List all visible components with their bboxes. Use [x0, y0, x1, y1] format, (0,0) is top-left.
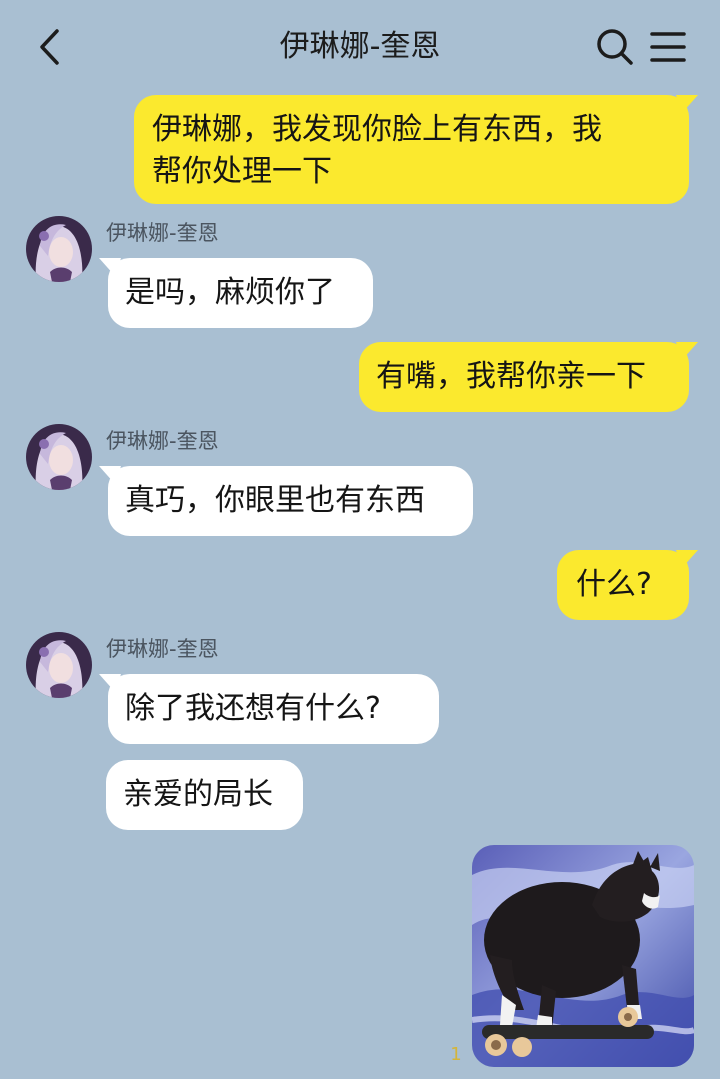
search-button[interactable] — [594, 26, 636, 68]
message-bubble-outgoing[interactable]: 有嘴，我帮你亲一下 — [359, 342, 698, 412]
avatar-portrait-image — [26, 424, 92, 490]
message-bubble-incoming[interactable]: 是吗，麻烦你了 — [99, 258, 373, 328]
bubble-tail — [676, 95, 698, 113]
bubble-tail — [99, 258, 121, 276]
message-text: 除了我还想有什么? — [125, 691, 381, 726]
sender-name: 伊琳娜-奎恩 — [106, 221, 219, 245]
bubble-tail — [676, 342, 698, 360]
message-text: 伊琳娜，我发现你脸上有东西，我 — [152, 112, 602, 147]
search-icon — [597, 29, 633, 65]
avatar-portrait-image — [26, 216, 92, 282]
message-bubble-incoming[interactable]: 除了我还想有什么? — [99, 674, 439, 744]
sender-name: 伊琳娜-奎恩 — [106, 637, 219, 661]
avatar-portrait-image — [26, 632, 92, 698]
chevron-left-icon — [40, 29, 59, 65]
message-bubble-incoming[interactable]: 真巧，你眼里也有东西 — [99, 466, 473, 536]
unread-counter: 1 — [450, 1044, 462, 1065]
chat-title: 伊琳娜-奎恩 — [279, 29, 441, 64]
menu-icon — [650, 32, 686, 62]
image-message[interactable] — [472, 845, 694, 1067]
message-text: 是吗，麻烦你了 — [125, 275, 335, 310]
bubble-tail — [99, 674, 121, 692]
bubble-tail — [676, 550, 698, 568]
message-text: 什么? — [576, 567, 652, 602]
back-button[interactable] — [30, 25, 70, 69]
message-text: 帮你处理一下 — [152, 154, 332, 189]
menu-button[interactable] — [648, 28, 690, 68]
message-bubble-incoming[interactable]: 亲爱的局长 — [106, 760, 303, 830]
message-text: 亲爱的局长 — [123, 777, 273, 812]
sender-name: 伊琳娜-奎恩 — [106, 429, 219, 453]
message-text: 有嘴，我帮你亲一下 — [376, 359, 646, 394]
chat-header: 伊琳娜-奎恩 — [0, 0, 720, 92]
contact-avatar[interactable] — [26, 216, 92, 282]
contact-avatar[interactable] — [26, 632, 92, 698]
contact-avatar[interactable] — [26, 424, 92, 490]
bubble-tail — [99, 466, 121, 484]
message-bubble-outgoing[interactable]: 什么? — [557, 550, 698, 620]
message-text: 真巧，你眼里也有东西 — [125, 483, 425, 518]
cat-on-skateboard-image — [472, 845, 694, 1067]
message-bubble-outgoing[interactable]: 伊琳娜，我发现你脸上有东西，我 帮你处理一下 — [134, 95, 698, 204]
